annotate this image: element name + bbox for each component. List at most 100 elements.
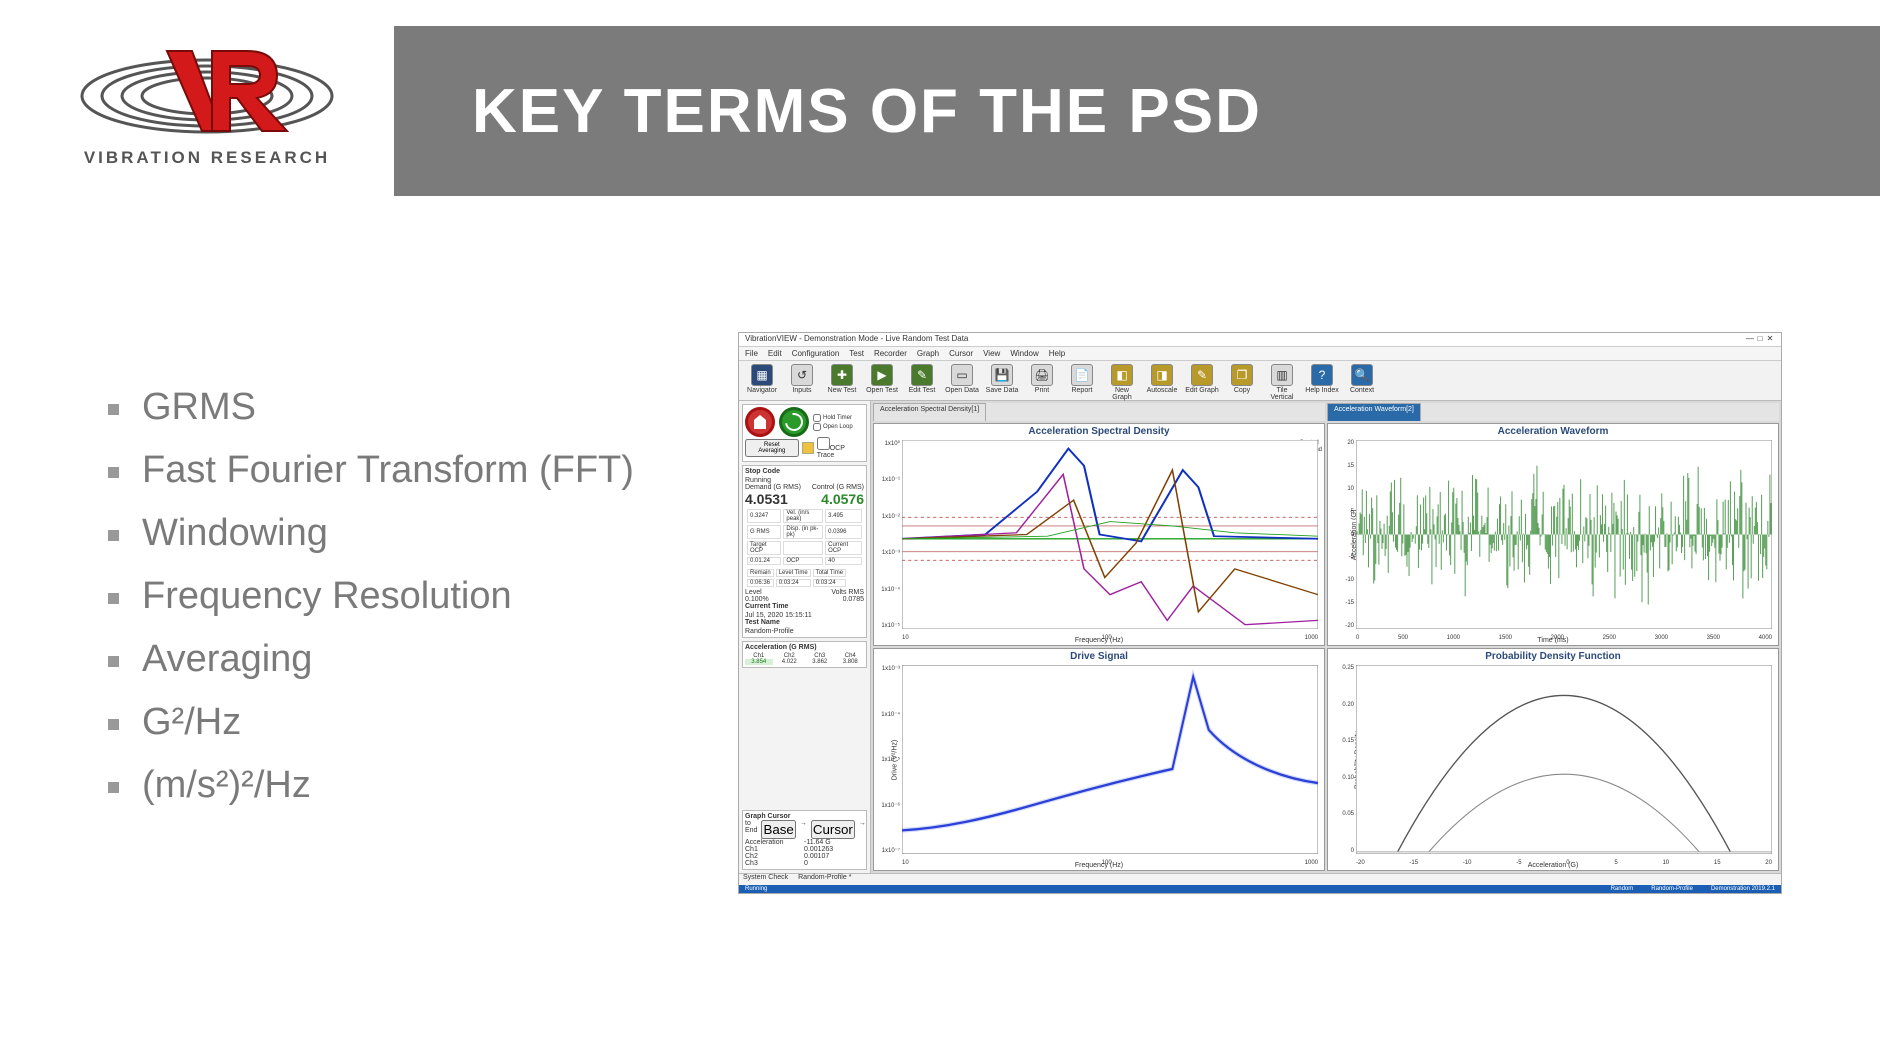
status-table: 0.3247Vel. (in/s peak)3.495G RMSDisp. (i…	[745, 507, 864, 567]
run-button[interactable]	[779, 407, 809, 437]
toolbar-report[interactable]: 📄Report	[1065, 364, 1099, 394]
asd-yticks: 1x10⁰1x10⁻¹1x10⁻²1x10⁻³1x10⁻⁴1x10⁻⁵	[878, 440, 900, 629]
ocp-trace-checkbox[interactable]: OCP Trace	[817, 437, 864, 459]
drive-xticks: 101001000	[902, 860, 1318, 866]
menu-test[interactable]: Test	[849, 349, 864, 358]
asd-title: Acceleration Spectral Density	[874, 426, 1324, 437]
demand-label: Demand (G RMS)	[745, 484, 801, 491]
control-label: Control (G RMS)	[812, 484, 864, 491]
demand-grms-value: 4.0531	[745, 491, 788, 507]
toolbar-new-test[interactable]: ✚New Test	[825, 364, 859, 394]
toolbar-inputs[interactable]: ↺Inputs	[785, 364, 819, 394]
list-item: G²/Hz	[108, 701, 708, 744]
control-buttons-section: Hold Timer Open Loop Reset Averaging OCP…	[742, 404, 867, 462]
volts-rms-label: Volts RMS	[831, 589, 864, 596]
cursor-heading: Graph Cursor	[745, 813, 791, 820]
stopcode-heading: Stop Code	[745, 468, 864, 475]
vr-logo-icon	[72, 36, 342, 146]
list-item: Fast Fourier Transform (FFT)	[108, 449, 708, 492]
toolbar-open-test[interactable]: ▶Open Test	[865, 364, 899, 394]
slide-title-bar: KEY TERMS OF THE PSD	[394, 26, 1880, 196]
menu-file[interactable]: File	[745, 349, 758, 358]
asd-canvas	[902, 440, 1318, 629]
menu-window[interactable]: Window	[1010, 349, 1038, 358]
schedule-table: RemainLevel TimeTotal Time0:06:360:03:24…	[745, 567, 848, 589]
cursor-cursor-button[interactable]: Cursor	[811, 820, 855, 839]
toolbar-navigator[interactable]: ▦Navigator	[745, 364, 779, 394]
toolbar-context[interactable]: 🔍Context	[1345, 364, 1379, 394]
reset-averaging-button[interactable]: Reset Averaging	[745, 439, 799, 457]
wave-title: Acceleration Waveform	[1328, 426, 1778, 437]
hold-timer-checkbox[interactable]: Hold Timer	[813, 414, 853, 422]
menubar: File Edit Configuration Test Recorder Graph Cu…	[739, 347, 1781, 361]
toolbar-edit-test[interactable]: ✎Edit Test	[905, 364, 939, 394]
waveform-plot[interactable]: Acceleration Waveform Acceleration (G) T…	[1327, 423, 1779, 646]
toolbar-autoscale[interactable]: ◨Autoscale	[1145, 364, 1179, 394]
toolbar-new-graph[interactable]: ◧New Graph	[1105, 364, 1139, 401]
control-grms-value: 4.0576	[821, 491, 864, 507]
footer-bar: Running Random Random-Profile Demonstrat…	[739, 885, 1781, 893]
pdf-canvas	[1356, 665, 1772, 854]
statusbar: System Check Random-Profile *	[739, 873, 1781, 885]
list-item: (m/s²)²/Hz	[108, 764, 708, 807]
menu-edit[interactable]: Edit	[768, 349, 782, 358]
list-item: Averaging	[108, 638, 708, 681]
level-value: 0.100%	[745, 596, 769, 603]
wave-yticks: 20151050-5-10-15-20	[1332, 440, 1354, 629]
toolbar-save-data[interactable]: 💾Save Data	[985, 364, 1019, 394]
toolbar-open-data[interactable]: ▭Open Data	[945, 364, 979, 394]
channels-section: Acceleration (G RMS) Ch1Ch2Ch3Ch4 3.8544…	[742, 641, 867, 668]
status-system-check: System Check	[743, 874, 788, 885]
list-item: Frequency Resolution	[108, 575, 708, 618]
menu-help[interactable]: Help	[1049, 349, 1065, 358]
menu-recorder[interactable]: Recorder	[874, 349, 907, 358]
volts-value: 0.0785	[843, 596, 864, 603]
footer-mode: Random	[1611, 886, 1634, 892]
testname-value: Random-Profile	[745, 628, 864, 635]
menu-view[interactable]: View	[983, 349, 1000, 358]
drive-canvas	[902, 665, 1318, 854]
graph-cursor-section: Graph Cursor to End Base → Cursor → Acce…	[742, 810, 867, 870]
menu-cursor[interactable]: Cursor	[949, 349, 973, 358]
minimize-icon[interactable]: —	[1745, 334, 1755, 343]
toolbar-print[interactable]: 🖨Print	[1025, 364, 1059, 394]
stop-button[interactable]	[745, 407, 775, 437]
window-title: VibrationVIEW - Demonstration Mode - Liv…	[745, 334, 968, 345]
drive-plot[interactable]: Drive Signal Drive (V²/Hz) Frequency (Hz…	[873, 648, 1325, 871]
toolbar-help-index[interactable]: ?Help Index	[1305, 364, 1339, 394]
vibrationview-window: VibrationVIEW - Demonstration Mode - Liv…	[738, 332, 1782, 894]
current-time-label: Current Time	[745, 603, 864, 610]
window-titlebar: VibrationVIEW - Demonstration Mode - Liv…	[739, 333, 1781, 347]
cursor-mode[interactable]: to End	[745, 820, 757, 839]
pdf-plot[interactable]: Probability Density Function Probability…	[1327, 648, 1779, 871]
channel-values: 3.8544.0223.8623.808	[745, 659, 864, 665]
menu-configuration[interactable]: Configuration	[792, 349, 840, 358]
toolbar-tile-vertical[interactable]: ▥Tile Vertical	[1265, 364, 1299, 401]
status-testname: Random-Profile *	[798, 874, 851, 885]
footer-profile: Random-Profile	[1651, 886, 1693, 892]
menu-graph[interactable]: Graph	[917, 349, 939, 358]
slide-title: KEY TERMS OF THE PSD	[472, 76, 1262, 147]
reset-indicator-icon	[802, 442, 814, 454]
accel-rms-heading: Acceleration (G RMS)	[745, 644, 864, 651]
level-label: Level	[745, 589, 762, 596]
drive-title: Drive Signal	[874, 651, 1324, 662]
cursor-base-button[interactable]: Base	[761, 820, 795, 839]
footer-status: Running	[745, 886, 767, 892]
open-loop-checkbox[interactable]: Open Loop	[813, 423, 853, 431]
plot-area: Acceleration Spectral Density[1] Acceler…	[871, 401, 1781, 873]
toolbar-edit-graph[interactable]: ✎Edit Graph	[1185, 364, 1219, 394]
tab-waveform[interactable]: Acceleration Waveform[2]	[1327, 403, 1421, 421]
maximize-icon[interactable]: □	[1755, 334, 1765, 343]
control-panel: Hold Timer Open Loop Reset Averaging OCP…	[739, 401, 871, 873]
window-buttons: —□✕	[1745, 334, 1775, 345]
footer-version: Demonstration 2019.2.1	[1711, 886, 1775, 892]
wave-canvas	[1356, 440, 1772, 629]
asd-plot[interactable]: Acceleration Spectral Density Accelerati…	[873, 423, 1325, 646]
drive-yticks: 1x10⁻³1x10⁻⁴1x10⁻⁵1x10⁻⁶1x10⁻⁷	[878, 665, 900, 854]
tab-asd[interactable]: Acceleration Spectral Density[1]	[873, 403, 986, 421]
toolbar-copy[interactable]: ❐Copy	[1225, 364, 1259, 394]
company-name: VIBRATION RESEARCH	[84, 148, 330, 168]
pdf-xticks: -20-15-10-505101520	[1356, 860, 1772, 866]
close-icon[interactable]: ✕	[1765, 334, 1775, 343]
